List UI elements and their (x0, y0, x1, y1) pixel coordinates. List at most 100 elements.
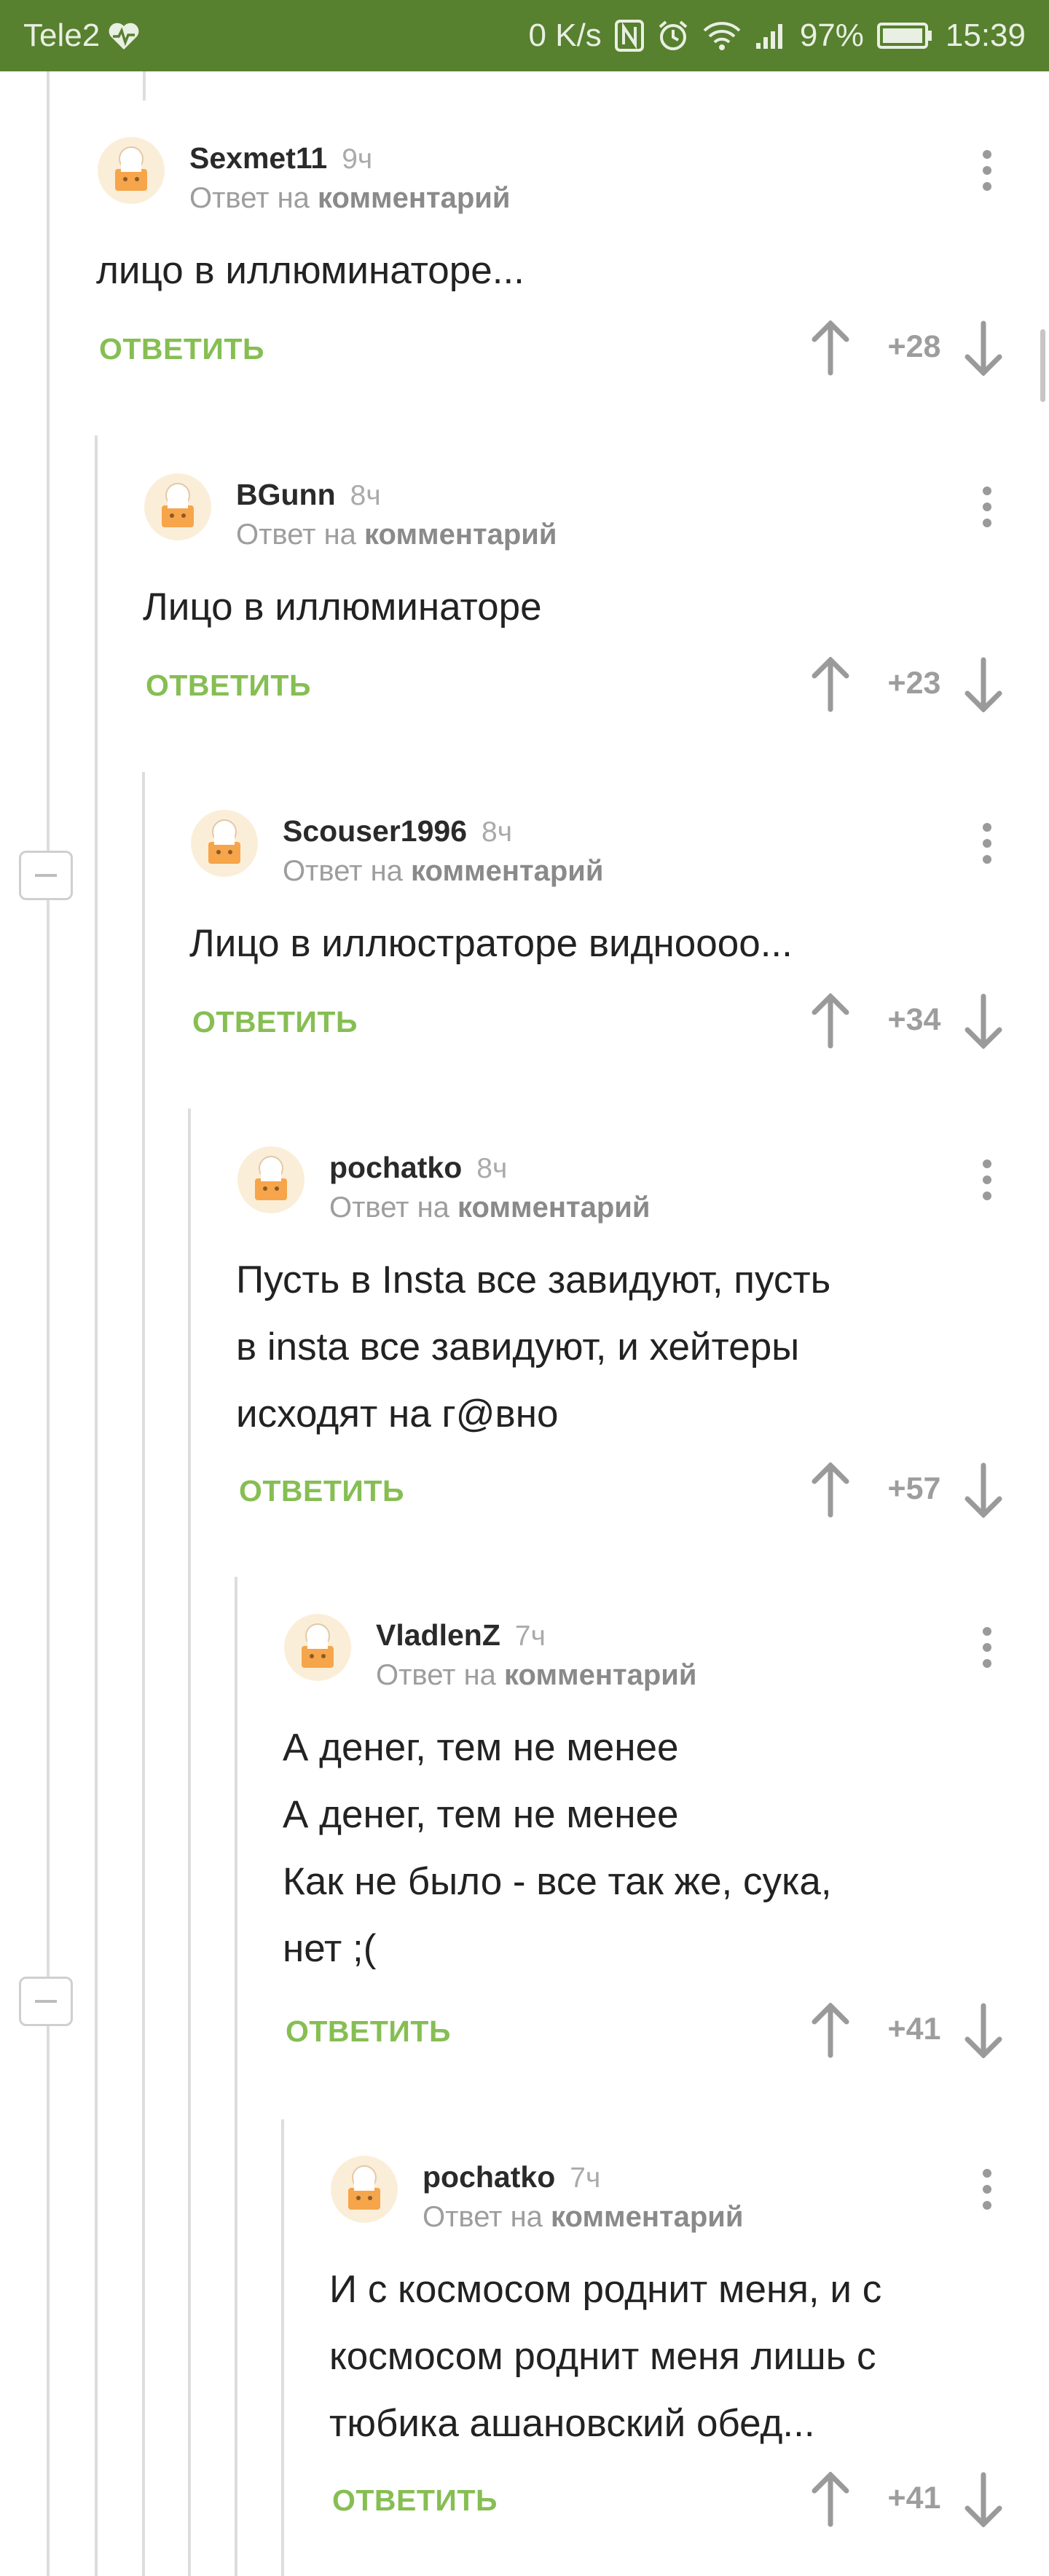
reply-target-link[interactable]: комментарий (504, 1659, 696, 1691)
status-bar: Tele2 0 K/s 97% 15:39 (0, 0, 1049, 71)
battery-percent: 97% (799, 17, 864, 53)
nfc-icon (614, 20, 644, 52)
vote-control: +41 (809, 2472, 1013, 2530)
comment: VladlenZ 7ч Ответ на комментарий А денег,… (0, 1612, 1049, 2079)
comment-author[interactable]: Sexmet11 9ч (189, 141, 372, 176)
reply-target-link[interactable]: комментарий (318, 182, 510, 214)
vote-score: +34 (887, 1002, 941, 1037)
user-avatar-icon[interactable] (329, 2154, 399, 2224)
vote-score: +41 (887, 2481, 941, 2516)
comment-time: 9ч (342, 143, 373, 175)
author-name[interactable]: Scouser1996 (283, 814, 467, 848)
comment-time: 8ч (482, 816, 513, 848)
vote-control: +41 (809, 2003, 1013, 2061)
reply-prefix: Ответ на (283, 855, 403, 887)
more-menu-icon[interactable] (974, 150, 1000, 205)
upvote-arrow-icon[interactable] (809, 2003, 852, 2058)
more-menu-icon[interactable] (974, 1627, 1000, 1682)
carrier-label: Tele2 (23, 17, 101, 53)
comment-text: Лицо в иллюминаторе (143, 586, 542, 629)
comment-text: лицо в иллюминаторе... (96, 249, 524, 292)
downvote-arrow-icon[interactable] (962, 993, 1005, 1049)
reply-to-line: Ответ на комментарий (236, 519, 557, 551)
signal-icon (755, 21, 787, 50)
reply-button[interactable]: ОТВЕТИТЬ (192, 1005, 358, 1039)
reply-prefix: Ответ на (329, 1192, 449, 1224)
author-name[interactable]: BGunn (236, 478, 336, 511)
comment-author[interactable]: VladlenZ 7ч (376, 1618, 546, 1653)
comment: BGunn 8ч Ответ на комментарий Лицо в иллю… (0, 472, 1049, 734)
downvote-arrow-icon[interactable] (962, 657, 1005, 712)
comment-text: Пусть в Insta все завидуют, пусть в inst… (236, 1259, 831, 1435)
reply-button[interactable]: ОТВЕТИТЬ (286, 2014, 451, 2049)
user-avatar-icon[interactable] (236, 1145, 306, 1215)
reply-to-line: Ответ на комментарий (423, 2201, 743, 2234)
upvote-arrow-icon[interactable] (809, 657, 852, 712)
comment: Scouser1996 8ч Ответ на комментарий Лицо … (0, 808, 1049, 1071)
reply-button[interactable]: ОТВЕТИТЬ (146, 669, 311, 703)
comment-time: 7ч (570, 2162, 601, 2194)
upvote-arrow-icon[interactable] (809, 993, 852, 1049)
reply-target-link[interactable]: комментарий (551, 2201, 743, 2233)
upvote-arrow-icon[interactable] (809, 320, 852, 376)
comment-author[interactable]: BGunn 8ч (236, 478, 381, 512)
comment-author[interactable]: Scouser1996 8ч (283, 814, 512, 848)
comment: pochatko 8ч Ответ на комментарий Пусть в … (0, 1145, 1049, 1538)
vote-score: +41 (887, 2012, 941, 2047)
reply-to-line: Ответ на комментарий (329, 1192, 650, 1224)
wifi-icon (702, 20, 742, 51)
battery-icon (876, 22, 932, 50)
heart-monitor-icon (107, 20, 141, 51)
comment-text: А денег, тем не менее А денег, тем не ме… (283, 1726, 832, 1970)
more-menu-icon[interactable] (974, 823, 1000, 878)
downvote-arrow-icon[interactable] (962, 1462, 1005, 1518)
vote-control: +34 (809, 993, 1013, 1052)
alarm-clock-icon (657, 20, 689, 52)
reply-button[interactable]: ОТВЕТИТЬ (99, 332, 264, 366)
comment-text: И с космосом роднит меня, и с космосом р… (329, 2268, 882, 2445)
reply-prefix: Ответ на (376, 1659, 496, 1691)
comment-time: 8ч (476, 1153, 508, 1184)
downvote-arrow-icon[interactable] (962, 320, 1005, 376)
clock-time: 15:39 (945, 17, 1026, 53)
net-speed-label: 0 K/s (528, 17, 602, 53)
more-menu-icon[interactable] (974, 2169, 1000, 2224)
vote-score: +57 (887, 1471, 941, 1506)
reply-target-link[interactable]: комментарий (411, 855, 603, 887)
author-name[interactable]: pochatko (423, 2160, 555, 2194)
vote-control: +23 (809, 657, 1013, 715)
more-menu-icon[interactable] (974, 1159, 1000, 1215)
comment: pochatko 7ч Ответ на комментарий И с косм… (0, 2154, 1049, 2548)
comment: Sexmet11 9ч Ответ на комментарий лицо в и… (0, 135, 1049, 398)
thread-line (143, 71, 146, 101)
author-name[interactable]: VladlenZ (376, 1618, 500, 1652)
user-avatar-icon[interactable] (96, 135, 166, 205)
author-name[interactable]: Sexmet11 (189, 141, 327, 175)
reply-target-link[interactable]: комментарий (457, 1192, 650, 1224)
vote-score: +28 (887, 329, 941, 364)
comment-time: 8ч (350, 480, 381, 511)
reply-prefix: Ответ на (423, 2201, 543, 2233)
reply-button[interactable]: ОТВЕТИТЬ (332, 2484, 498, 2518)
downvote-arrow-icon[interactable] (962, 2472, 1005, 2527)
author-name[interactable]: pochatko (329, 1151, 462, 1184)
reply-to-line: Ответ на комментарий (189, 182, 510, 215)
comment-time: 7ч (514, 1620, 546, 1652)
comment-text: Лицо в иллюстраторе видноооо... (189, 922, 793, 965)
downvote-arrow-icon[interactable] (962, 2003, 1005, 2058)
vote-control: +57 (809, 1462, 1013, 1521)
more-menu-icon[interactable] (974, 487, 1000, 542)
reply-target-link[interactable]: комментарий (364, 519, 557, 551)
user-avatar-icon[interactable] (143, 472, 213, 542)
comment-author[interactable]: pochatko 8ч (329, 1151, 507, 1185)
reply-prefix: Ответ на (189, 182, 310, 214)
user-avatar-icon[interactable] (189, 808, 259, 878)
vote-score: +23 (887, 666, 941, 701)
user-avatar-icon[interactable] (283, 1612, 353, 1682)
vote-control: +28 (809, 320, 1013, 379)
reply-button[interactable]: ОТВЕТИТЬ (239, 1474, 404, 1508)
upvote-arrow-icon[interactable] (809, 2472, 852, 2527)
reply-to-line: Ответ на комментарий (376, 1659, 696, 1692)
comment-author[interactable]: pochatko 7ч (423, 2160, 600, 2194)
upvote-arrow-icon[interactable] (809, 1462, 852, 1518)
